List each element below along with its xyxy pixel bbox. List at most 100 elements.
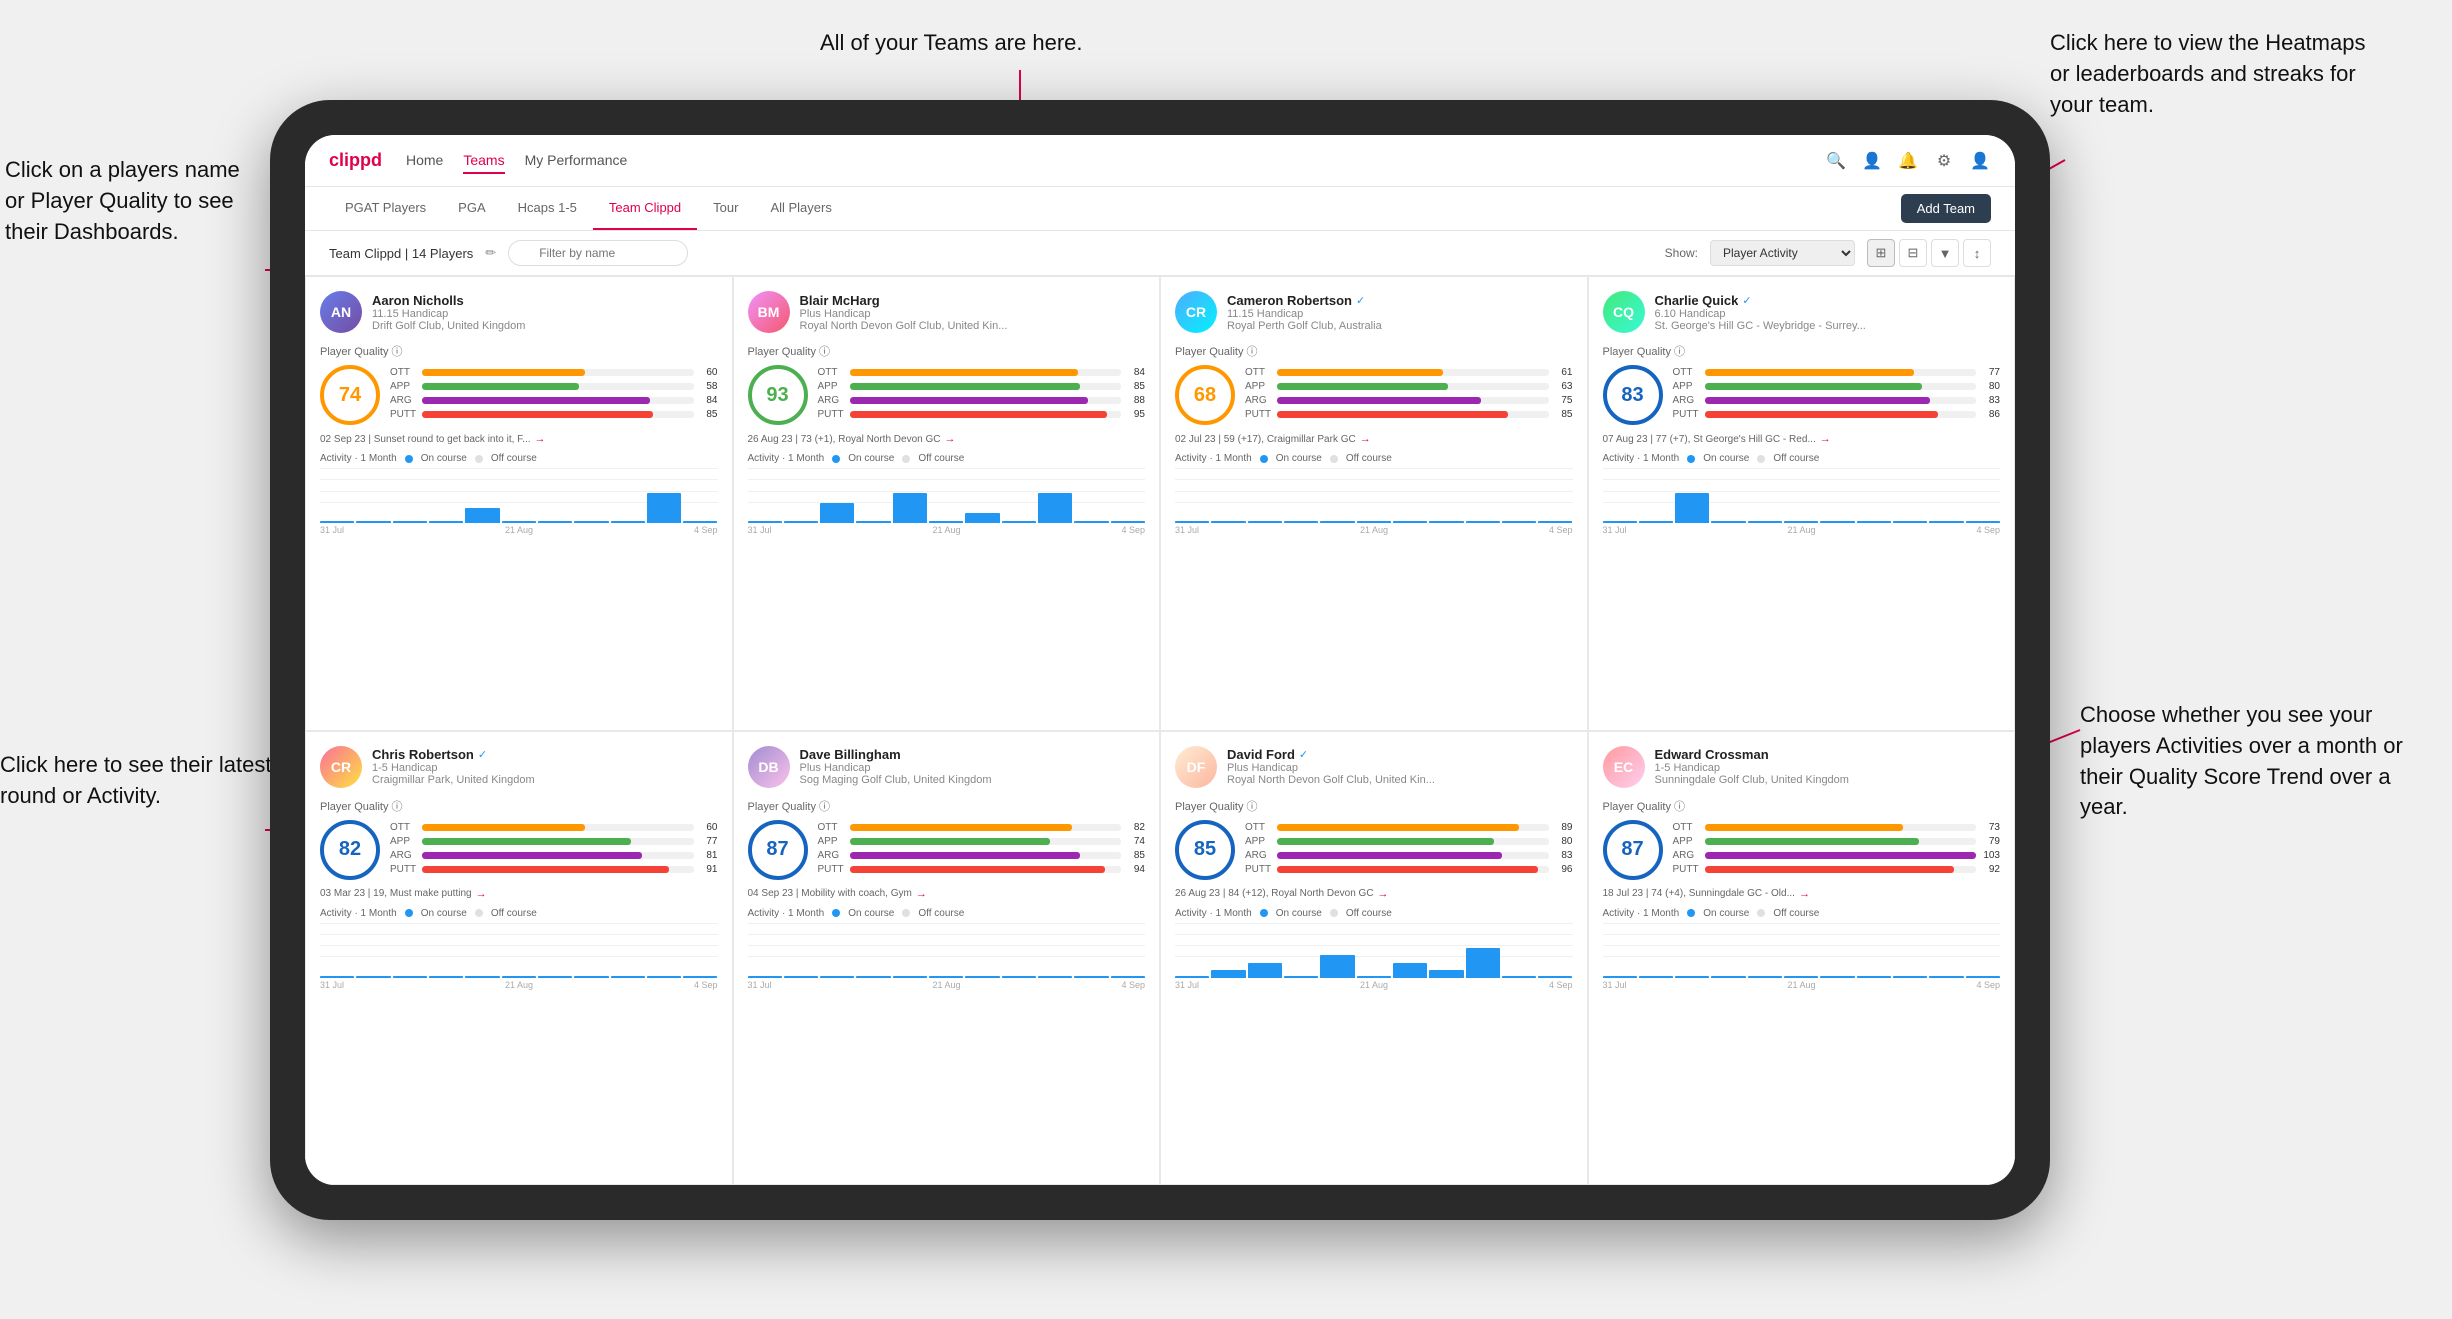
quality-label: Player Quality ⓘ [1603, 343, 2001, 359]
player-name[interactable]: Aaron Nicholls [372, 293, 464, 308]
player-name[interactable]: Dave Billingham [800, 747, 901, 762]
chart-labels: 31 Jul 21 Aug 4 Sep [320, 525, 718, 535]
quality-score[interactable]: 85 [1175, 820, 1235, 880]
nav-teams[interactable]: Teams [463, 148, 504, 174]
latest-round[interactable]: 03 Mar 23 | 19, Must make putting → [320, 888, 718, 900]
view-sort[interactable]: ↕ [1963, 239, 1991, 267]
quality-label: Player Quality ⓘ [320, 343, 718, 359]
player-name[interactable]: Cameron Robertson [1227, 293, 1352, 308]
activity-section: Activity · 1 Month On course Off course [320, 908, 718, 990]
players-grid: AN Aaron Nicholls 11.15 Handicap Drift G… [305, 276, 2015, 1185]
quality-section: 85 OTT 89 APP 80 ARG [1175, 820, 1573, 880]
chart-bars [320, 468, 718, 523]
activity-section: Activity · 1 Month On course Off course [748, 908, 1146, 990]
tab-all-players[interactable]: All Players [754, 187, 847, 230]
player-header: EC Edward Crossman 1-5 Handicap Sunningd… [1603, 746, 2001, 788]
player-info: Cameron Robertson ✓ 11.15 Handicap Royal… [1227, 293, 1573, 332]
stat-row-app: APP 63 [1245, 381, 1573, 392]
player-name[interactable]: Blair McHarg [800, 293, 880, 308]
player-avatar: DF [1175, 746, 1217, 788]
stat-row-putt: PUTT 96 [1245, 864, 1573, 875]
player-name[interactable]: Charlie Quick [1655, 293, 1739, 308]
quality-score[interactable]: 74 [320, 365, 380, 425]
ipad-screen: clippd Home Teams My Performance 🔍 👤 🔔 ⚙… [305, 135, 2015, 1185]
quality-score[interactable]: 87 [748, 820, 808, 880]
search-icon[interactable]: 🔍 [1825, 150, 1847, 172]
chart-bars [1603, 468, 2001, 523]
latest-round[interactable]: 04 Sep 23 | Mobility with coach, Gym → [748, 888, 1146, 900]
player-avatar: EC [1603, 746, 1645, 788]
stat-row-ott: OTT 84 [818, 367, 1146, 378]
player-name[interactable]: Chris Robertson [372, 747, 474, 762]
player-info: Blair McHarg Plus Handicap Royal North D… [800, 293, 1146, 332]
tab-tour[interactable]: Tour [697, 187, 754, 230]
latest-round[interactable]: 26 Aug 23 | 73 (+1), Royal North Devon G… [748, 433, 1146, 445]
latest-round[interactable]: 07 Aug 23 | 77 (+7), St George's Hill GC… [1603, 433, 2001, 445]
view-grid-3x3[interactable]: ⊟ [1899, 239, 1927, 267]
round-arrow: → [944, 433, 955, 445]
settings-icon[interactable]: ⚙ [1933, 150, 1955, 172]
add-team-button[interactable]: Add Team [1901, 194, 1991, 223]
off-course-dot [1330, 909, 1338, 917]
latest-round[interactable]: 02 Jul 23 | 59 (+17), Craigmillar Park G… [1175, 433, 1573, 445]
chart-bars [1175, 468, 1573, 523]
brand-logo[interactable]: clippd [329, 150, 382, 171]
quality-score[interactable]: 93 [748, 365, 808, 425]
stat-row-ott: OTT 61 [1245, 367, 1573, 378]
show-select[interactable]: Player Activity Quality Score Trend [1710, 240, 1855, 266]
chart-labels: 31 Jul 21 Aug 4 Sep [320, 980, 718, 990]
quality-score[interactable]: 82 [320, 820, 380, 880]
player-card[interactable]: CR Cameron Robertson ✓ 11.15 Handicap Ro… [1160, 276, 1588, 731]
edit-icon[interactable]: ✏ [485, 245, 496, 261]
player-handicap: 6.10 Handicap [1655, 308, 2001, 320]
view-grid-2x2[interactable]: ⊞ [1867, 239, 1895, 267]
on-course-dot [405, 455, 413, 463]
player-info: Dave Billingham Plus Handicap Sog Maging… [800, 747, 1146, 786]
player-name[interactable]: Edward Crossman [1655, 747, 1769, 762]
on-course-dot [1260, 455, 1268, 463]
on-course-dot [1687, 455, 1695, 463]
stat-row-app: APP 80 [1673, 381, 2001, 392]
activity-section: Activity · 1 Month On course Off course [748, 453, 1146, 535]
activity-section: Activity · 1 Month On course Off course [1603, 453, 2001, 535]
bell-icon[interactable]: 🔔 [1897, 150, 1919, 172]
player-info: Chris Robertson ✓ 1-5 Handicap Craigmill… [372, 747, 718, 786]
latest-round[interactable]: 18 Jul 23 | 74 (+4), Sunningdale GC - Ol… [1603, 888, 2001, 900]
quality-section: 74 OTT 60 APP 58 ARG [320, 365, 718, 425]
navbar: clippd Home Teams My Performance 🔍 👤 🔔 ⚙… [305, 135, 2015, 187]
tab-hcaps[interactable]: Hcaps 1-5 [502, 187, 593, 230]
player-club: Craigmillar Park, United Kingdom [372, 774, 718, 786]
player-card[interactable]: DF David Ford ✓ Plus Handicap Royal Nort… [1160, 731, 1588, 1186]
stat-row-ott: OTT 77 [1673, 367, 2001, 378]
player-card[interactable]: BM Blair McHarg Plus Handicap Royal Nort… [733, 276, 1161, 731]
player-card[interactable]: EC Edward Crossman 1-5 Handicap Sunningd… [1588, 731, 2016, 1186]
quality-section: 87 OTT 73 APP 79 ARG [1603, 820, 2001, 880]
quality-score[interactable]: 68 [1175, 365, 1235, 425]
player-card[interactable]: CR Chris Robertson ✓ 1-5 Handicap Craigm… [305, 731, 733, 1186]
player-name[interactable]: David Ford [1227, 747, 1295, 762]
tab-pgat-players[interactable]: PGAT Players [329, 187, 442, 230]
filter-input[interactable] [508, 240, 688, 266]
stats-grid: OTT 60 APP 77 ARG 81 [390, 822, 718, 878]
nav-my-performance[interactable]: My Performance [525, 148, 628, 174]
player-card[interactable]: DB Dave Billingham Plus Handicap Sog Mag… [733, 731, 1161, 1186]
player-card[interactable]: CQ Charlie Quick ✓ 6.10 Handicap St. Geo… [1588, 276, 2016, 731]
quality-score[interactable]: 83 [1603, 365, 1663, 425]
tab-pga[interactable]: PGA [442, 187, 501, 230]
latest-round[interactable]: 26 Aug 23 | 84 (+12), Royal North Devon … [1175, 888, 1573, 900]
tab-team-clippd[interactable]: Team Clippd [593, 187, 697, 230]
quality-score[interactable]: 87 [1603, 820, 1663, 880]
user-avatar-icon[interactable]: 👤 [1969, 150, 1991, 172]
nav-home[interactable]: Home [406, 148, 443, 174]
player-card[interactable]: AN Aaron Nicholls 11.15 Handicap Drift G… [305, 276, 733, 731]
player-avatar: AN [320, 291, 362, 333]
player-handicap: 11.15 Handicap [1227, 308, 1573, 320]
stat-row-ott: OTT 89 [1245, 822, 1573, 833]
profile-icon[interactable]: 👤 [1861, 150, 1883, 172]
verified-icon: ✓ [1356, 294, 1365, 307]
player-club: Royal Perth Golf Club, Australia [1227, 320, 1573, 332]
off-course-dot [902, 909, 910, 917]
view-icons: ⊞ ⊟ ▼ ↕ [1867, 239, 1991, 267]
view-filter[interactable]: ▼ [1931, 239, 1959, 267]
latest-round[interactable]: 02 Sep 23 | Sunset round to get back int… [320, 433, 718, 445]
